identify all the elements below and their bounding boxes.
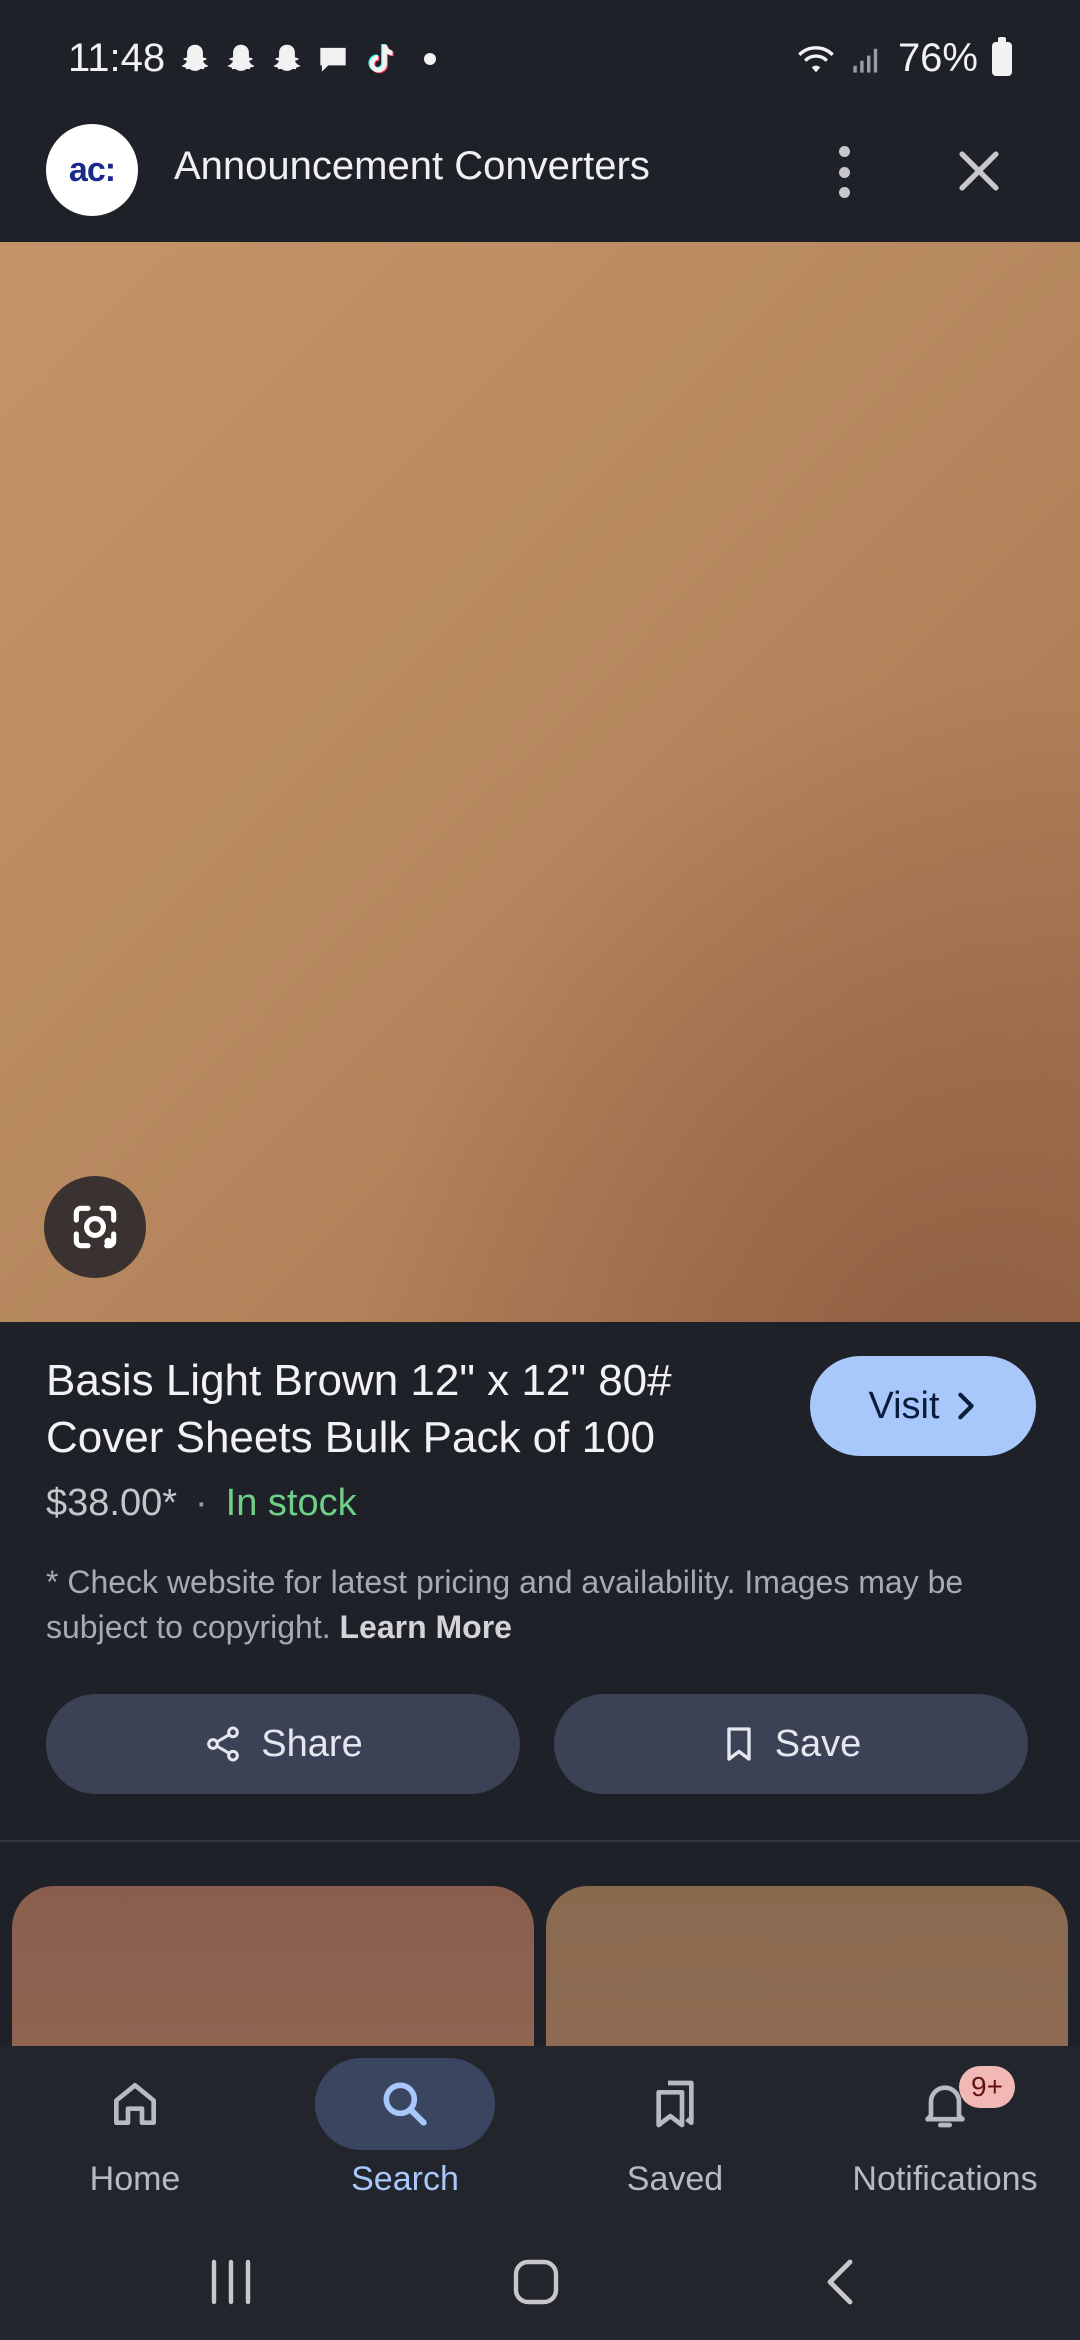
site-logo-text: ac: bbox=[68, 150, 116, 189]
system-nav-bar bbox=[0, 2226, 1080, 2340]
product-title: Basis Light Brown 12" x 12" 80# Cover Sh… bbox=[46, 1356, 672, 1462]
status-time: 11:48 bbox=[68, 36, 166, 80]
back-icon[interactable] bbox=[820, 2256, 860, 2308]
disclaimer: * Check website for latest pricing and a… bbox=[46, 1560, 1036, 1650]
visit-label: Visit bbox=[868, 1384, 940, 1427]
nav-pill-saved bbox=[585, 2058, 765, 2150]
battery-icon bbox=[992, 36, 1012, 76]
nav-item-search[interactable]: Search bbox=[270, 2058, 540, 2208]
visit-button[interactable]: Visit bbox=[810, 1356, 1036, 1456]
price-row: $38.00* · In stock bbox=[46, 1482, 357, 1525]
snapchat-icon bbox=[181, 44, 209, 71]
nav-label-saved: Saved bbox=[626, 2160, 724, 2198]
search-icon bbox=[383, 2082, 427, 2126]
nav-item-notifications[interactable]: 9+ Notifications bbox=[810, 2058, 1080, 2208]
chevron-right-icon bbox=[957, 1392, 974, 1420]
google-lens-icon bbox=[73, 1205, 117, 1249]
notification-icons bbox=[176, 40, 436, 78]
related-image-1[interactable] bbox=[12, 1886, 534, 2046]
tiktok-icon bbox=[368, 43, 394, 74]
snapchat-icon bbox=[273, 44, 301, 71]
status-right: 76% bbox=[796, 36, 1012, 81]
share-icon bbox=[207, 1726, 240, 1762]
nav-pill-home bbox=[45, 2058, 225, 2150]
home-icon bbox=[114, 2083, 157, 2125]
signal-icon bbox=[853, 48, 878, 73]
product-image[interactable] bbox=[0, 242, 1080, 1322]
nav-label-search: Search bbox=[351, 2160, 459, 2198]
nav-label-notifications: Notifications bbox=[852, 2160, 1038, 2198]
status-bar: 11:48 76% bbox=[0, 0, 1080, 120]
divider bbox=[0, 1840, 1080, 1842]
price-separator: · bbox=[195, 1482, 208, 1524]
nav-pill-search bbox=[315, 2058, 495, 2150]
site-logo[interactable]: ac: bbox=[46, 124, 138, 216]
site-header: ac: Announcement Converters bbox=[0, 120, 1080, 242]
share-label: Share bbox=[261, 1722, 363, 1765]
nav-item-home[interactable]: Home bbox=[0, 2058, 270, 2208]
close-icon[interactable] bbox=[950, 142, 1008, 200]
recent-apps-icon[interactable] bbox=[206, 2256, 256, 2308]
bottom-nav: Home Search Saved 9+ Notifications bbox=[0, 2046, 1080, 2226]
save-button[interactable]: Save bbox=[554, 1694, 1028, 1794]
nav-label-home: Home bbox=[89, 2160, 181, 2198]
home-button-icon[interactable] bbox=[510, 2256, 562, 2308]
site-name[interactable]: Announcement Converters bbox=[174, 144, 650, 189]
saved-icon bbox=[656, 2080, 694, 2128]
save-label: Save bbox=[774, 1722, 862, 1765]
more-options-icon[interactable] bbox=[820, 142, 868, 202]
stock-status: In stock bbox=[225, 1482, 357, 1524]
share-button[interactable]: Share bbox=[46, 1694, 520, 1794]
lens-button[interactable] bbox=[44, 1176, 146, 1278]
notification-badge: 9+ bbox=[959, 2066, 1015, 2108]
nav-item-saved[interactable]: Saved bbox=[540, 2058, 810, 2208]
bookmark-icon bbox=[727, 1727, 751, 1761]
product-details: Basis Light Brown 12" x 12" 80# Cover Sh… bbox=[0, 1322, 1080, 1842]
battery-percent: 76% bbox=[897, 36, 978, 80]
more-notifications-dot bbox=[424, 53, 436, 65]
learn-more-link[interactable]: Learn More bbox=[339, 1609, 511, 1645]
snapchat-icon bbox=[227, 44, 255, 71]
nav-pill-notifications: 9+ bbox=[855, 2058, 1035, 2150]
wifi-icon bbox=[798, 45, 834, 72]
chat-bubble-icon bbox=[320, 47, 346, 72]
related-image-2[interactable] bbox=[546, 1886, 1068, 2046]
price: $38.00* bbox=[46, 1482, 178, 1524]
